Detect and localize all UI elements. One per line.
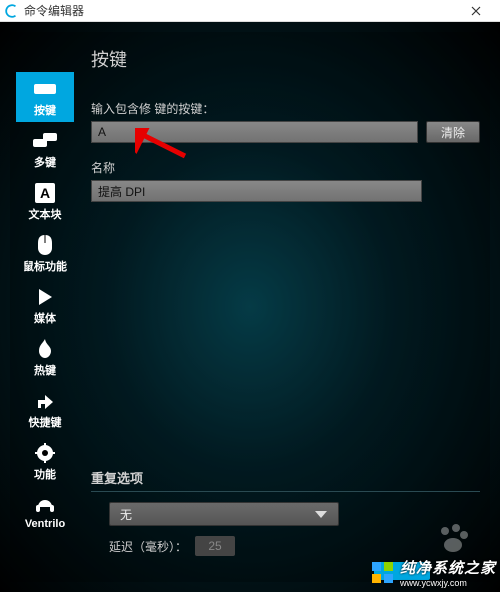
logitech-logo-icon [4, 3, 20, 19]
gear-icon [31, 442, 59, 464]
delay-label: 延迟（毫秒）： [109, 538, 187, 555]
sidebar-item-label: 鼠标功能 [23, 258, 67, 274]
main-panel: 按键 输入包含修 键的按键： A 清除 名称 提高 DPI 重复选项 无 [85, 40, 480, 574]
sidebar-item-label: 快捷键 [29, 414, 62, 430]
watermark-logo-icon [370, 560, 396, 586]
sidebar-item-shortcut[interactable]: 快捷键 [16, 384, 74, 434]
sidebar-item-label: 按键 [34, 102, 56, 118]
headset-icon [31, 494, 59, 516]
sidebar-item-media[interactable]: 媒体 [16, 280, 74, 330]
page-title: 按键 [85, 40, 480, 84]
mouse-icon [31, 234, 59, 256]
delay-input[interactable]: 25 [195, 536, 235, 556]
clear-button[interactable]: 清除 [426, 121, 480, 143]
repeat-options: 重复选项 无 延迟（毫秒）： 25 [91, 468, 480, 556]
sidebar: 按键 多键 A 文本块 [16, 72, 74, 534]
sidebar-item-hotkey[interactable]: 热键 [16, 332, 74, 382]
sidebar-item-mouse[interactable]: 鼠标功能 [16, 228, 74, 278]
close-button[interactable] [456, 1, 496, 21]
sidebar-item-label: 热键 [34, 362, 56, 378]
sidebar-item-label: 多键 [34, 154, 56, 170]
watermark-url: www.ycwxjy.com [400, 578, 496, 588]
svg-text:A: A [40, 185, 50, 201]
sidebar-item-keystroke[interactable]: 按键 [16, 72, 74, 122]
chevron-down-icon [314, 509, 328, 523]
titlebar: 命令编辑器 [0, 0, 500, 22]
sidebar-item-label: 文本块 [29, 206, 62, 222]
keystroke-input[interactable]: A [91, 121, 418, 143]
shortcut-icon [31, 390, 59, 412]
keystroke-label: 输入包含修 键的按键： [85, 84, 480, 121]
repeat-select[interactable]: 无 [109, 502, 339, 526]
textblock-icon: A [31, 182, 59, 204]
close-icon [471, 6, 481, 16]
watermark-brand: 纯净系统之家 [400, 557, 496, 578]
repeat-title: 重复选项 [91, 468, 480, 487]
sidebar-item-label: 功能 [34, 466, 56, 482]
paw-watermark-icon [436, 522, 470, 556]
flame-icon [31, 338, 59, 360]
sidebar-item-function[interactable]: 功能 [16, 436, 74, 486]
repeat-select-value: 无 [120, 506, 132, 523]
keystroke-icon [31, 78, 59, 100]
separator [91, 491, 480, 492]
name-input[interactable]: 提高 DPI [91, 180, 422, 202]
watermark: 纯净系统之家 www.ycwxjy.com [370, 557, 496, 588]
sidebar-item-label: 媒体 [34, 310, 56, 326]
sidebar-item-label: Ventrilo [25, 518, 65, 530]
sidebar-item-textblock[interactable]: A 文本块 [16, 176, 74, 226]
name-label: 名称 [85, 143, 480, 180]
window-title: 命令编辑器 [24, 2, 456, 19]
play-icon [31, 286, 59, 308]
sidebar-item-multikey[interactable]: 多键 [16, 124, 74, 174]
multikey-icon [31, 130, 59, 152]
sidebar-item-ventrilo[interactable]: Ventrilo [16, 488, 74, 534]
